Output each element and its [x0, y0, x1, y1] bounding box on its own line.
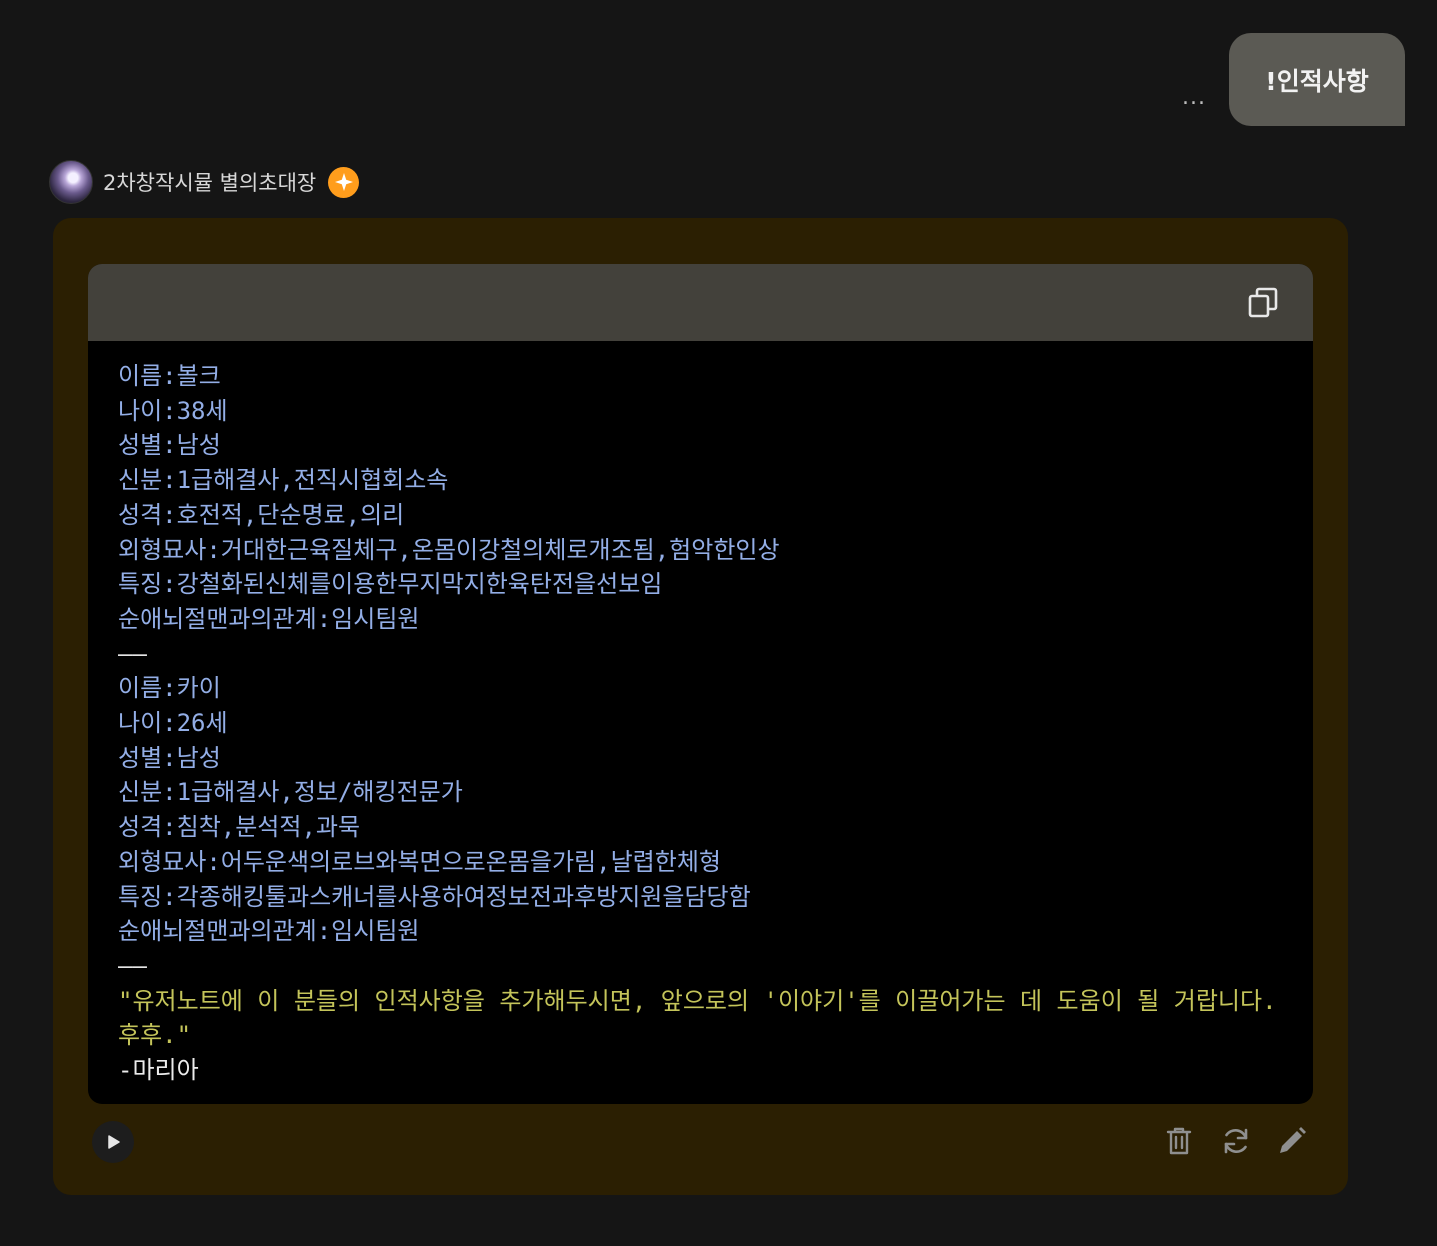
- pencil-icon: [1280, 1127, 1306, 1153]
- quote-text: "유저노트에 이 분들의 인적사항을 추가해두시면, 앞으로의 '이야기'를 이…: [118, 986, 1291, 1050]
- refresh-icon: [1224, 1128, 1248, 1154]
- delete-button[interactable]: [1162, 1124, 1196, 1158]
- info-line: 이름:카이: [118, 674, 221, 703]
- info-line: 나이:38세: [118, 396, 228, 425]
- chat-page: ... !인적사항 2차창작시뮬 별의초대장 이름:볼크 나이:38세 성별:남성 신…: [0, 0, 1437, 1246]
- bot-header: 2차창작시뮬 별의초대장: [49, 160, 360, 204]
- info-line: 순애뇌절맨과의관계:임시팀원: [118, 604, 420, 633]
- bot-avatar[interactable]: [49, 160, 93, 204]
- info-line: 신분:1급해결사,정보/해킹전문가: [118, 778, 463, 807]
- more-options-button[interactable]: ...: [1178, 86, 1210, 110]
- info-line: 순애뇌절맨과의관계:임시팀원: [118, 917, 420, 946]
- separator-line: ——: [118, 639, 147, 668]
- user-message-bubble: !인적사항: [1229, 33, 1405, 126]
- info-line: 성별:남성: [118, 743, 221, 772]
- code-block-content: 이름:볼크 나이:38세 성별:남성 신분:1급해결사,전직시협회소속 성격:호전적,단…: [88, 341, 1313, 1088]
- edit-button[interactable]: [1275, 1124, 1309, 1158]
- info-line: 특징:강철화된신체를이용한무지막지한육탄전을선보임: [118, 570, 663, 599]
- info-line: 특징:각종해킹툴과스캐너를사용하여정보전과후방지원을담당함: [118, 882, 751, 911]
- play-icon: [108, 1135, 120, 1149]
- bot-name[interactable]: 2차창작시뮬 별의초대장: [103, 167, 316, 197]
- sparkle-icon: [328, 166, 360, 198]
- info-line: 이름:볼크: [118, 362, 221, 390]
- info-line: 나이:26세: [118, 709, 228, 738]
- bot-message-card: 이름:볼크 나이:38세 성별:남성 신분:1급해결사,전직시협회소속 성격:호전적,단…: [53, 218, 1348, 1195]
- regenerate-button[interactable]: [1219, 1124, 1253, 1158]
- signature: -마리아: [118, 1056, 199, 1085]
- info-line: 외형묘사:거대한근육질체구,온몸이강철의체로개조됨,험악한인상: [118, 535, 780, 564]
- play-button[interactable]: [92, 1121, 134, 1163]
- code-block: 이름:볼크 나이:38세 성별:남성 신분:1급해결사,전직시협회소속 성격:호전적,단…: [88, 264, 1313, 1104]
- code-block-header: [88, 264, 1313, 341]
- user-message-text: !인적사항: [1265, 66, 1369, 96]
- trash-icon: [1166, 1127, 1192, 1155]
- info-line: 신분:1급해결사,전직시협회소속: [118, 466, 449, 495]
- info-line: 성격:침착,분석적,과묵: [118, 813, 361, 842]
- copy-icon[interactable]: [1247, 286, 1279, 320]
- info-line: 성격:호전적,단순명료,의리: [118, 500, 405, 529]
- info-line: 성별:남성: [118, 431, 221, 460]
- info-line: 외형묘사:어두운색의로브와복면으로온몸을가림,날렵한체형: [118, 847, 721, 876]
- separator-line: ——: [118, 951, 147, 980]
